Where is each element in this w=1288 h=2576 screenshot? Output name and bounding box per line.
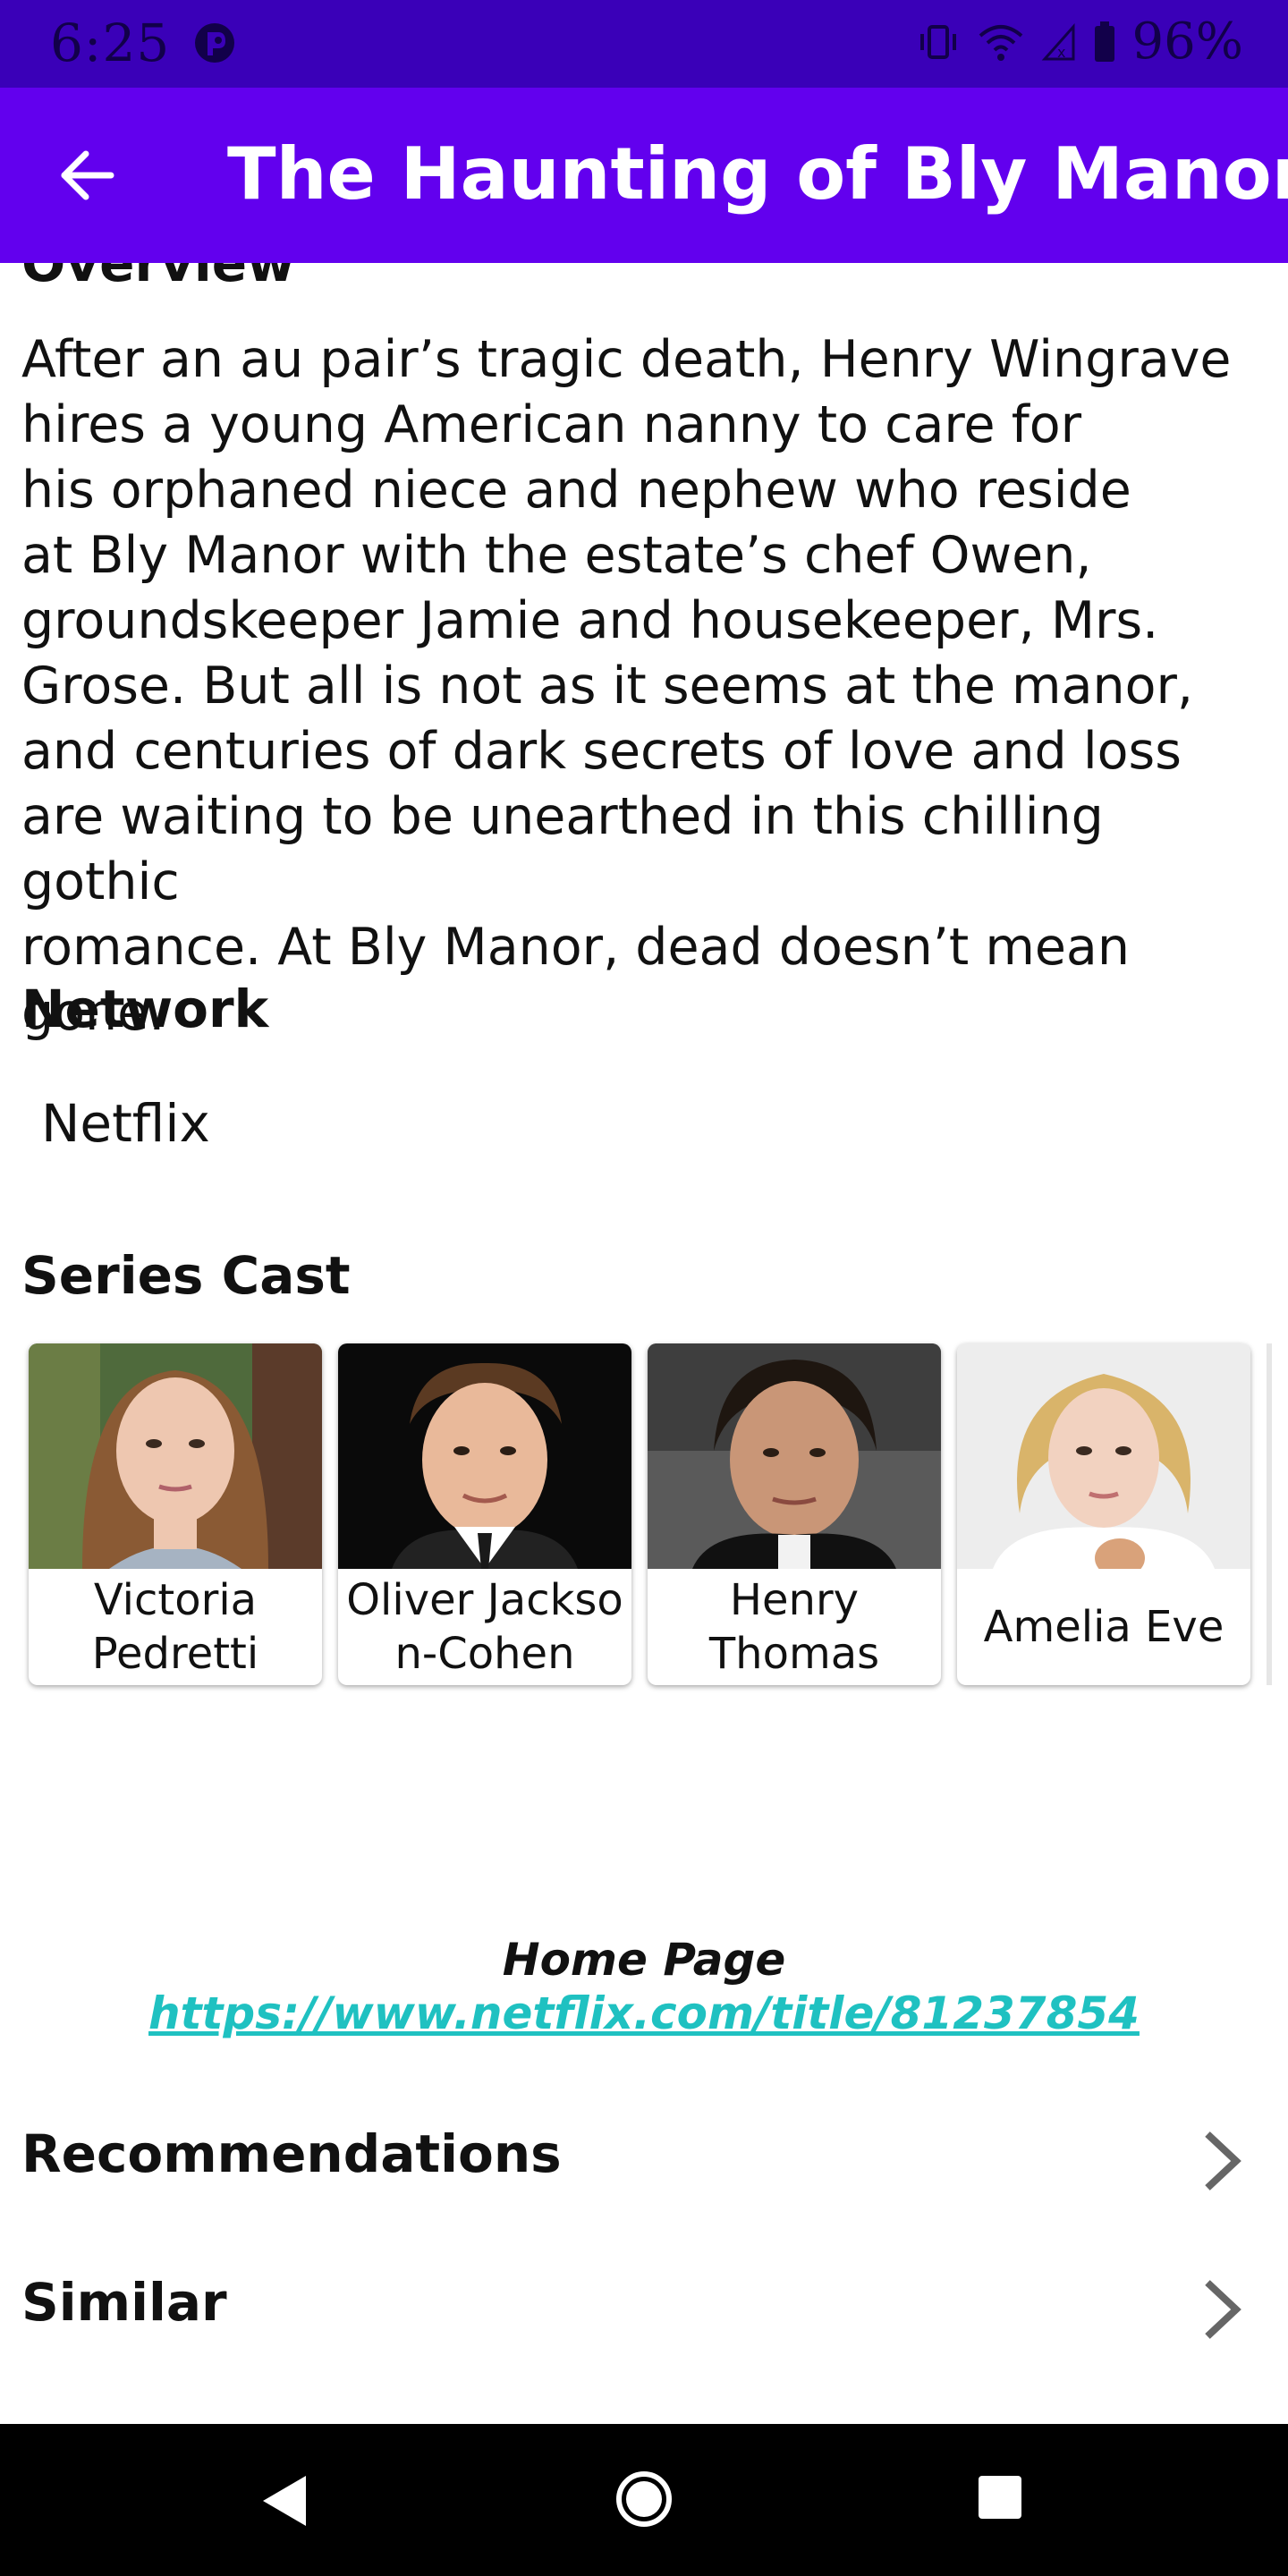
next-cast-card-edge[interactable]	[1267, 1343, 1272, 1685]
status-bar: 6:25 x 96%	[0, 0, 1288, 88]
cast-name: Oliver Jackso n-Cohen	[338, 1569, 631, 1685]
status-time: 6:25	[50, 13, 171, 73]
system-nav-bar	[0, 2424, 1288, 2576]
similar-label: Similar	[21, 2272, 227, 2333]
network-value: Netflix	[41, 1093, 210, 1154]
home-page-label: Home Page	[502, 1934, 786, 1986]
cast-card[interactable]: Henry Thomas	[648, 1343, 941, 1685]
overview-line: and centuries of dark secrets of love an…	[21, 722, 1182, 781]
chevron-right-icon	[1205, 2131, 1241, 2190]
overview-line: groundskeeper Jamie and housekeeper, Mrs…	[21, 591, 1159, 650]
cast-card[interactable]: Amelia Eve	[957, 1343, 1250, 1685]
cast-name-line: Amelia Eve	[983, 1602, 1224, 1652]
cell-signal-icon: x	[1041, 22, 1075, 61]
cast-name-line: n-Cohen	[394, 1629, 575, 1679]
cast-name: Amelia Eve	[957, 1569, 1250, 1685]
overview-line: at Bly Manor with the estate’s chef Owen…	[21, 526, 1092, 585]
back-arrow-icon[interactable]	[55, 143, 120, 208]
cast-name: Victoria Pedretti	[29, 1569, 322, 1685]
overview-line: are waiting to be unearthed in this chil…	[21, 787, 1104, 911]
page-title: The Haunting of Bly Manor	[227, 132, 1288, 216]
recommendations-label: Recommendations	[21, 2123, 562, 2184]
home-page-link[interactable]: https://www.netflix.com/title/81237854	[0, 1987, 1288, 2039]
overview-line: his orphaned niece and nephew who reside	[21, 461, 1131, 520]
cast-name-line: Henry	[729, 1575, 860, 1625]
cast-photo	[29, 1343, 322, 1569]
overview-text: After an au pair’s tragic death, Henry W…	[21, 327, 1274, 1046]
chevron-right-icon	[1205, 2280, 1241, 2339]
cast-photo	[648, 1343, 941, 1569]
overview-line: hires a young American nanny to care for	[21, 395, 1082, 454]
cast-name-line: Thomas	[708, 1629, 880, 1679]
cast-name-line: Pedretti	[91, 1629, 259, 1679]
wifi-icon	[979, 24, 1022, 61]
similar-row[interactable]: Similar	[0, 2236, 1288, 2370]
overview-heading: Overview	[21, 263, 295, 293]
cast-photo	[957, 1343, 1250, 1569]
cast-name-line: Oliver Jackso	[346, 1575, 623, 1625]
show-details[interactable]: Overview After an au pair’s tragic death…	[0, 263, 1288, 2424]
battery-percentage: 96%	[1131, 13, 1243, 71]
battery-icon	[1094, 21, 1114, 62]
cast-card[interactable]: Oliver Jackso n-Cohen	[338, 1343, 631, 1685]
series-cast-heading: Series Cast	[21, 1245, 351, 1306]
cast-name: Henry Thomas	[648, 1569, 941, 1685]
network-heading: Network	[21, 979, 269, 1039]
status-icons: x 96%	[916, 13, 1243, 71]
nav-recents-icon[interactable]	[975, 2472, 1025, 2522]
overview-line: Grose. But all is not as it seems at the…	[21, 657, 1194, 716]
nav-back-icon[interactable]	[258, 2472, 311, 2529]
cast-card[interactable]: Victoria Pedretti	[29, 1343, 322, 1685]
app-bar: The Haunting of Bly Manor	[0, 88, 1288, 263]
overview-line: After an au pair’s tragic death, Henry W…	[21, 330, 1232, 389]
recommendations-row[interactable]: Recommendations	[0, 2088, 1288, 2222]
vibrate-icon	[919, 24, 956, 59]
cast-carousel[interactable]: Victoria Pedretti Oliver Jackso n-Cohen …	[29, 1343, 1288, 1687]
cast-photo	[338, 1343, 631, 1569]
svg-text:x: x	[1057, 44, 1065, 61]
cast-name-line: Victoria	[93, 1575, 258, 1625]
app-notification-icon	[195, 23, 234, 63]
nav-home-icon[interactable]	[614, 2469, 674, 2529]
